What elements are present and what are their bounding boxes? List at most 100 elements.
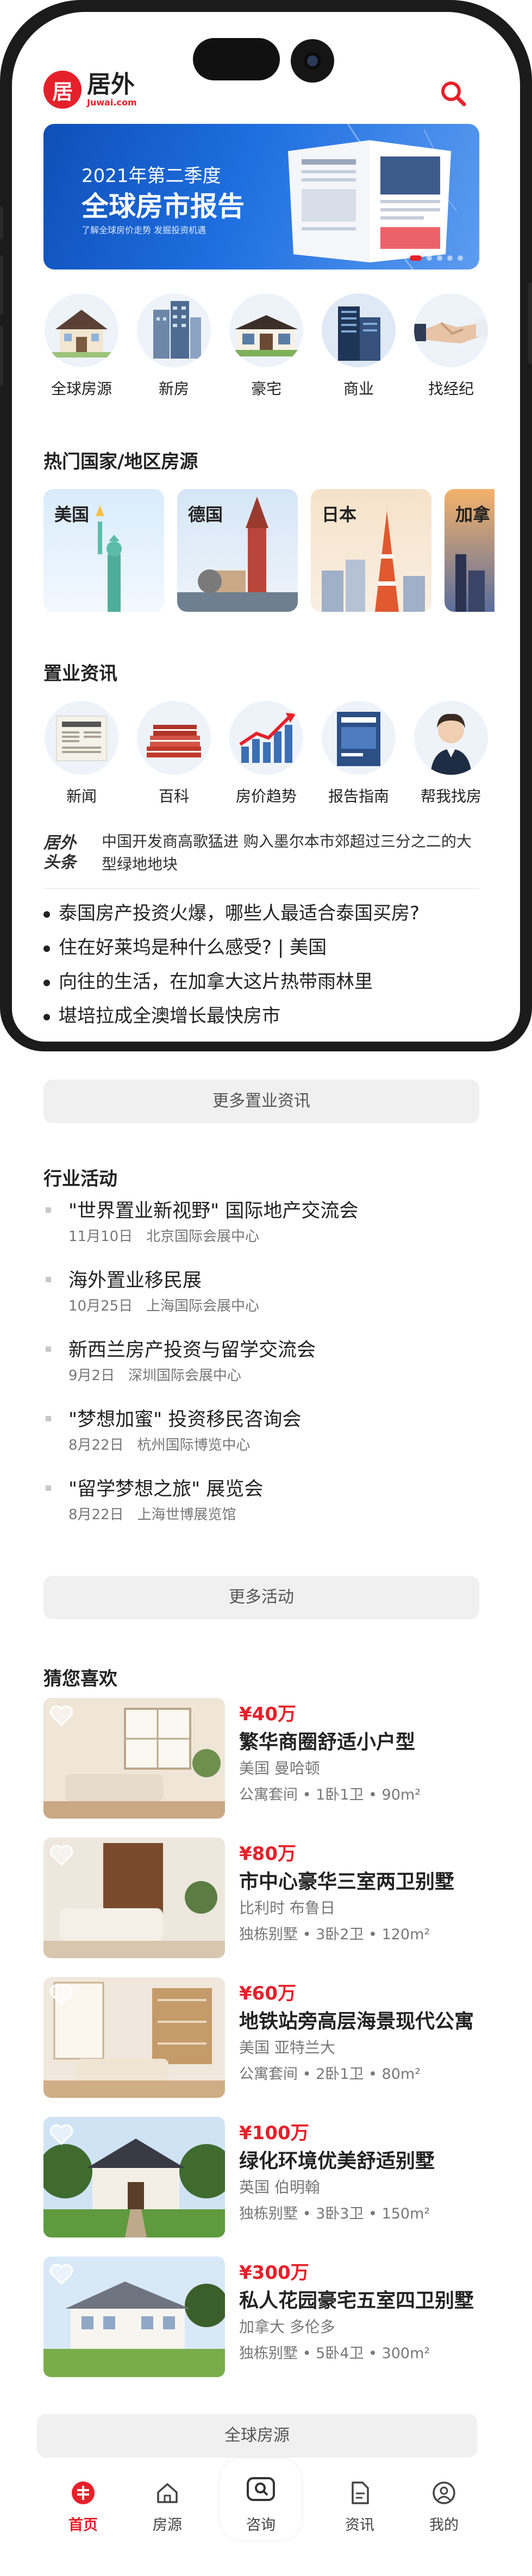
- pagination-dot[interactable]: [427, 255, 432, 261]
- news-item[interactable]: 向往的生活，在加拿大这片热带雨林里: [43, 965, 479, 999]
- global-listings-button[interactable]: 全球房源: [37, 2414, 477, 2458]
- tab-news[interactable]: 资讯: [327, 2480, 392, 2534]
- news-title: 泰国房产投资火爆，哪些人最适合泰国买房?: [59, 902, 420, 924]
- listing-specs: 公寓套间 • 2卧1卫 • 80m²: [239, 2066, 421, 2083]
- listing-photo: [43, 2117, 225, 2237]
- listing-card[interactable]: ¥80万 市中心豪华三室两卫别墅 比利时 布鲁日 独栋别墅 • 3卧2卫 • 1…: [43, 1838, 489, 1977]
- tab-label: 我的: [429, 2517, 459, 2534]
- info-news[interactable]: 新闻: [43, 701, 120, 810]
- favorite-heart-icon[interactable]: [49, 2263, 74, 2285]
- country-card-canada[interactable]: 加拿: [445, 489, 495, 612]
- country-label: 日本: [322, 504, 357, 525]
- category-commercial[interactable]: 商业: [321, 293, 397, 398]
- listing-card[interactable]: ¥100万 绿化环境优美舒适别墅 英国 伯明翰 独栋别墅 • 3卧3卫 • 15…: [43, 2117, 489, 2257]
- pagination-dot[interactable]: [437, 255, 442, 261]
- category-new-homes[interactable]: 新房: [136, 293, 212, 398]
- info-help-find-home[interactable]: 帮我找房: [413, 701, 489, 810]
- info-price-trend[interactable]: 房价趋势: [228, 701, 304, 810]
- property-info-title: 置业资讯: [43, 663, 117, 685]
- category-label: 全球房源: [51, 380, 112, 398]
- tab-home[interactable]: 首页: [51, 2480, 116, 2534]
- category-global-listings[interactable]: 全球房源: [43, 293, 120, 398]
- building-icon: [137, 293, 211, 367]
- brand-logo[interactable]: 居 居外 Juwai.com: [43, 71, 137, 109]
- event-venue: 上海国际会展中心: [146, 1298, 259, 1314]
- event-venue: 深圳国际会展中心: [128, 1368, 241, 1384]
- document-icon: [352, 2481, 369, 2504]
- info-label: 帮我找房: [420, 787, 481, 805]
- event-meta: 11月10日 北京国际会展中心: [68, 1225, 259, 1245]
- house-icon: [45, 293, 118, 367]
- listing-card[interactable]: ¥60万 地铁站旁高层海景现代公寓 美国 亚特兰大 公寓套间 • 2卧1卫 • …: [43, 1977, 489, 2117]
- listing-title: 绿化环境优美舒适别墅: [239, 2150, 435, 2172]
- event-meta: 8月22日 杭州国际博览中心: [68, 1434, 250, 1454]
- listing-card[interactable]: ¥300万 私人花园豪宅五室四卫别墅 加拿大 多伦多 独栋别墅 • 5卧4卫 •…: [43, 2257, 489, 2396]
- banner-title-line2: 全球房市报告: [82, 191, 245, 222]
- home-logo-icon: [72, 2481, 95, 2504]
- tab-label: 资讯: [345, 2517, 374, 2534]
- country-label: 德国: [188, 504, 223, 525]
- listing-photo: [43, 1698, 225, 1819]
- event-item[interactable]: "世界置业新视野" 国际地产交流会 11月10日 北京国际会展中心: [43, 1195, 479, 1265]
- news-item[interactable]: 住在好莱坞是种什么感受? | 美国: [43, 931, 479, 965]
- news-item[interactable]: 泰国房产投资火爆，哪些人最适合泰国买房?: [43, 897, 479, 931]
- event-meta: 8月22日 上海世博展览馆: [68, 1503, 236, 1524]
- pagination-dot[interactable]: [447, 255, 453, 261]
- favorite-heart-icon[interactable]: [49, 1844, 74, 1866]
- favorite-heart-icon[interactable]: [49, 1704, 74, 1726]
- event-item[interactable]: 新西兰房产投资与留学交流会 9月2日 深圳国际会展中心: [43, 1334, 479, 1404]
- search-icon[interactable]: [439, 79, 467, 108]
- books-icon: [137, 701, 211, 775]
- event-venue: 北京国际会展中心: [146, 1229, 259, 1245]
- tab-label: 房源: [153, 2517, 182, 2534]
- tab-label: 首页: [68, 2517, 98, 2534]
- headline-logo-line1: 居外: [43, 833, 76, 853]
- banner-pagination[interactable]: [410, 255, 463, 261]
- tab-listings[interactable]: 房源: [135, 2480, 200, 2534]
- category-find-agent[interactable]: 找经纪: [413, 293, 489, 398]
- event-meta: 9月2日 深圳国际会展中心: [68, 1364, 241, 1384]
- listing-price: ¥60万: [239, 1983, 296, 2004]
- category-luxury[interactable]: 豪宅: [228, 293, 304, 398]
- events-title: 行业活动: [43, 1168, 117, 1190]
- news-title: 堪培拉成全澳增长最快房市: [59, 1005, 280, 1027]
- app-content: 居 居外 Juwai.com 2021年第二季度 全球房市报告 了解全球房价走势…: [0, 0, 532, 2576]
- chat-search-icon: [247, 2477, 275, 2501]
- info-report-guide[interactable]: 报告指南: [321, 701, 397, 810]
- favorite-heart-icon[interactable]: [49, 2123, 74, 2145]
- country-label: 加拿: [455, 504, 491, 525]
- listing-title: 市中心豪华三室两卫别墅: [239, 1871, 455, 1893]
- news-title: 向往的生活，在加拿大这片热带雨林里: [59, 971, 373, 993]
- more-property-info-button[interactable]: 更多置业资讯: [43, 1080, 479, 1123]
- listing-photo: [43, 1838, 225, 1958]
- hot-countries-carousel[interactable]: 美国 德国 日本 加拿: [43, 489, 495, 612]
- tab-profile[interactable]: 我的: [411, 2480, 477, 2534]
- country-card-japan[interactable]: 日本: [311, 489, 431, 612]
- more-events-button[interactable]: 更多活动: [43, 1576, 479, 1619]
- recommendation-list: ¥40万 繁华商圈舒适小户型 美国 曼哈顿 公寓套间 • 1卧1卫 • 90m²…: [43, 1698, 489, 2396]
- pagination-dot-active[interactable]: [410, 255, 422, 261]
- info-encyclopedia[interactable]: 百科: [136, 701, 212, 810]
- country-card-usa[interactable]: 美国: [43, 489, 164, 612]
- news-list: 泰国房产投资火爆，哪些人最适合泰国买房? 住在好莱坞是种什么感受? | 美国 向…: [43, 897, 479, 1033]
- listing-specs: 独栋别墅 • 5卧4卫 • 300m²: [239, 2345, 430, 2362]
- villa-icon: [229, 293, 303, 367]
- event-item[interactable]: "梦想加蜜" 投资移民咨询会 8月22日 杭州国际博览中心: [43, 1404, 479, 1474]
- event-item[interactable]: "留学梦想之旅" 展览会 8月22日 上海世博展览馆: [43, 1474, 479, 1543]
- property-info-nav: 新闻 百科 房价趋势 报告指南 帮我找房: [43, 701, 489, 810]
- event-date: 9月2日: [68, 1368, 115, 1384]
- pagination-dot[interactable]: [458, 255, 463, 261]
- listing-price: ¥300万: [239, 2262, 309, 2284]
- headline-news[interactable]: 居外 头条 中国开发商高歌猛进 购入墨尔本市郊超过三分之二的大型绿地地块: [43, 830, 479, 883]
- listing-specs: 独栋别墅 • 3卧2卫 • 120m²: [239, 1926, 430, 1943]
- listing-location: 比利时 布鲁日: [239, 1899, 335, 1917]
- news-item[interactable]: 堪培拉成全澳增长最快房市: [43, 999, 479, 1033]
- listing-card[interactable]: ¥40万 繁华商圈舒适小户型 美国 曼哈顿 公寓套间 • 1卧1卫 • 90m²: [43, 1698, 489, 1838]
- report-icon: [322, 701, 396, 775]
- event-title: 海外置业移民展: [68, 1270, 202, 1292]
- report-banner[interactable]: 2021年第二季度 全球房市报告 了解全球房价走势 发掘投资机遇: [43, 124, 479, 269]
- favorite-heart-icon[interactable]: [49, 1984, 74, 2005]
- tab-consult[interactable]: 咨询: [228, 2475, 293, 2534]
- event-item[interactable]: 海外置业移民展 10月25日 上海国际会展中心: [43, 1265, 479, 1334]
- country-card-germany[interactable]: 德国: [177, 489, 298, 612]
